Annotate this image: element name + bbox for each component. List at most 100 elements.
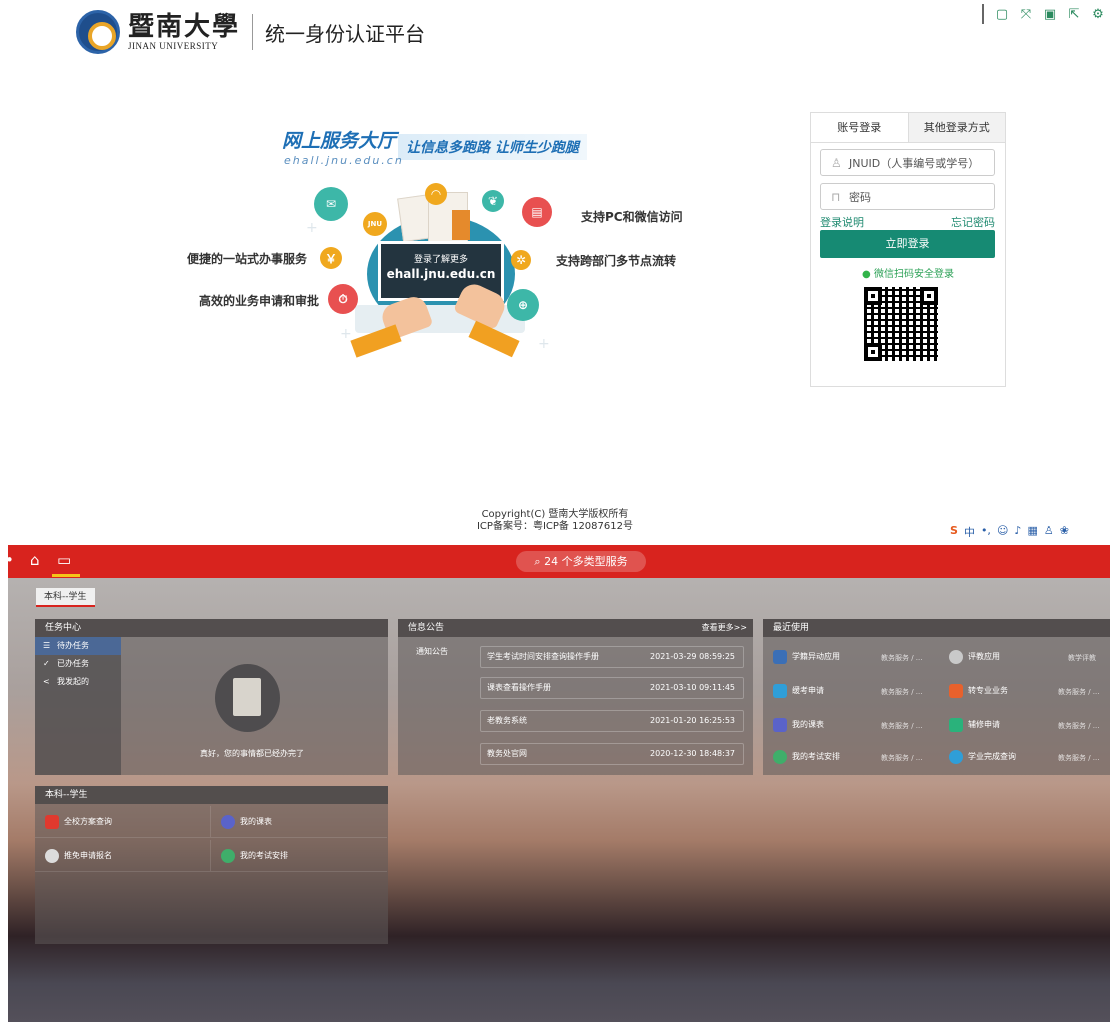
app-icon [221, 814, 235, 829]
ime-logo-icon[interactable]: S [950, 524, 958, 537]
wechat-icon: ● [862, 269, 871, 280]
share-icon[interactable]: ⇱ [1062, 4, 1086, 24]
ime-punctuation-icon[interactable]: •, [981, 524, 991, 537]
user-icon: ♙ [831, 155, 842, 170]
app-icon [773, 650, 787, 664]
fullscreen-icon[interactable]: ⤧ [1014, 4, 1038, 24]
student-panel-title: 本科--学生 [35, 786, 388, 804]
recent-app-category: 教务服务 / ... [881, 754, 923, 762]
recent-app[interactable]: 转专业业务 [949, 682, 1008, 700]
recent-app-name: 辅修申请 [968, 720, 1000, 729]
wechat-login-link[interactable]: ● 微信扫码安全登录 [811, 265, 1005, 280]
desktop-icon[interactable]: ▭ [57, 551, 71, 569]
check-icon: ✓ [43, 659, 50, 668]
announcement-title: 课表查看操作手册 [487, 683, 551, 692]
pin-icon[interactable]: • [8, 551, 14, 569]
empty-task-message: 真好，您的事情都已经办完了 [200, 749, 304, 758]
qr-finder-pattern [864, 343, 882, 361]
wifi-bubble-icon: ◠ [425, 183, 447, 205]
announcements-header: 信息公告 查看更多>> [398, 619, 753, 637]
search-icon: ⌕ [534, 555, 541, 568]
copy-icon[interactable]: ▢ [990, 4, 1014, 24]
tab-other-login[interactable]: 其他登录方式 [908, 113, 1005, 142]
password-field[interactable]: ⊓ 密码 [820, 183, 995, 210]
ime-toolbar: S 中 •, ☺ ♪ ▦ ♙ ❀ [950, 524, 1069, 537]
money-bubble-icon: ￥ [320, 247, 342, 269]
ime-keyboard-icon[interactable]: ▦ [1027, 524, 1037, 537]
sidebar-item-initiated[interactable]: < 我发起的 [35, 673, 121, 691]
settings-icon[interactable]: ⚙ [1086, 4, 1110, 24]
save-icon[interactable]: ▣ [1038, 4, 1062, 24]
announcement-row[interactable]: 学生考试时间安排查询操作手册 2021-03-29 08:59:25 [480, 646, 744, 668]
banner-title: 网上服务大厅 [282, 130, 397, 152]
recent-app-category: 教务服务 / ... [881, 722, 923, 730]
announcement-title: 教务处官网 [487, 749, 527, 758]
sidebar-item-done[interactable]: ✓ 已办任务 [35, 655, 121, 673]
app-icon [773, 684, 787, 698]
login-form: 账号登录 其他登录方式 ♙ JNUID（人事编号或学号） ⊓ 密码 登录说明 忘… [810, 112, 1006, 387]
service-item[interactable]: 我的考试安排 [211, 840, 387, 872]
announcement-row[interactable]: 老教务系统 2021-01-20 16:25:53 [480, 710, 744, 732]
ime-skin-icon[interactable]: ❀ [1060, 524, 1069, 537]
service-item[interactable]: 推免申请报名 [35, 840, 211, 872]
ime-emoji-icon[interactable]: ☺ [997, 524, 1008, 537]
forgot-password-link[interactable]: 忘记密码 [951, 214, 995, 230]
sidebar-item-pending[interactable]: ☰ 待办任务 [35, 637, 121, 655]
recent-app[interactable]: 缓考申请 [773, 682, 824, 700]
screen-caption: 登录了解更多 [413, 255, 468, 265]
sidebar-item-label: 待办任务 [57, 641, 89, 650]
feature-text: 便捷的一站式办事服务 [187, 252, 308, 266]
service-search[interactable]: ⌕ 24 个多类型服务 [516, 551, 646, 572]
recent-app-name: 我的课表 [792, 720, 824, 729]
recent-app[interactable]: 我的课表 [773, 716, 824, 734]
copyright-text: Copyright(C) 暨南大学版权所有 [481, 509, 629, 520]
top-navigation-bar: • ⌂ ▭ ⌕ 24 个多类型服务 [8, 545, 1110, 578]
recent-app[interactable]: 辅修申请 [949, 716, 1000, 734]
screen-url: ehall.jnu.edu.cn [386, 267, 496, 281]
logo-divider [252, 14, 254, 50]
announcement-category[interactable]: 通知公告 [416, 646, 448, 657]
recent-app-category: 教务服务 / ... [1058, 754, 1100, 762]
recent-app-category: 教务服务 / ... [881, 654, 923, 662]
ime-voice-icon[interactable]: ♪ [1014, 524, 1021, 537]
announcement-row[interactable]: 课表查看操作手册 2021-03-10 09:11:45 [480, 677, 744, 699]
recent-app[interactable]: 评教应用 [949, 648, 1000, 666]
app-icon [773, 718, 787, 732]
username-field[interactable]: ♙ JNUID（人事编号或学号） [820, 149, 995, 176]
clipboard-icon [215, 664, 280, 732]
login-help-link[interactable]: 登录说明 [820, 214, 864, 230]
app-icon [45, 848, 59, 863]
service-item[interactable]: 全校方案查询 [35, 806, 211, 838]
tab-account-login[interactable]: 账号登录 [811, 113, 909, 142]
announcement-row[interactable]: 教务处官网 2020-12-30 18:48:37 [480, 743, 744, 765]
login-button[interactable]: 立即登录 [820, 230, 995, 258]
service-item[interactable]: 我的课表 [211, 806, 387, 838]
university-seal-icon [76, 10, 120, 54]
recent-apps-panel: 最近使用 学籍异动应用 教务服务 / ... 评教应用 教学评教 缓考申请 教务… [763, 619, 1110, 775]
recent-app[interactable]: 学籍异动应用 [773, 648, 840, 666]
lock-icon: ⊓ [831, 189, 841, 204]
app-icon [773, 750, 787, 764]
sidebar-item-label: 我发起的 [57, 677, 89, 686]
recent-app[interactable]: 我的考试安排 [773, 748, 840, 766]
app-icon [949, 684, 963, 698]
service-name: 全校方案查询 [64, 817, 112, 826]
recent-app-category: 教务服务 / ... [881, 688, 923, 696]
search-label: 24 个多类型服务 [544, 555, 628, 568]
feature-text: 支持跨部门多节点流转 [556, 254, 677, 268]
recent-app[interactable]: 学业完成查询 [949, 748, 1016, 766]
service-name: 我的课表 [240, 817, 272, 826]
active-tab-indicator [52, 574, 80, 577]
home-icon[interactable]: ⌂ [30, 551, 40, 569]
recent-app-name: 转专业业务 [968, 686, 1008, 695]
qr-finder-pattern [864, 287, 882, 305]
app-icon [949, 650, 963, 664]
sparkle-decoration: + [306, 220, 318, 236]
feature-text: 高效的业务申请和审批 [199, 294, 320, 308]
announcement-title: 老教务系统 [487, 716, 527, 725]
recent-app-name: 评教应用 [968, 652, 1000, 661]
more-link[interactable]: 查看更多>> [702, 619, 747, 637]
role-tab[interactable]: 本科--学生 [36, 588, 95, 607]
ime-user-icon[interactable]: ♙ [1044, 524, 1054, 537]
ime-language-icon[interactable]: 中 [964, 524, 975, 537]
